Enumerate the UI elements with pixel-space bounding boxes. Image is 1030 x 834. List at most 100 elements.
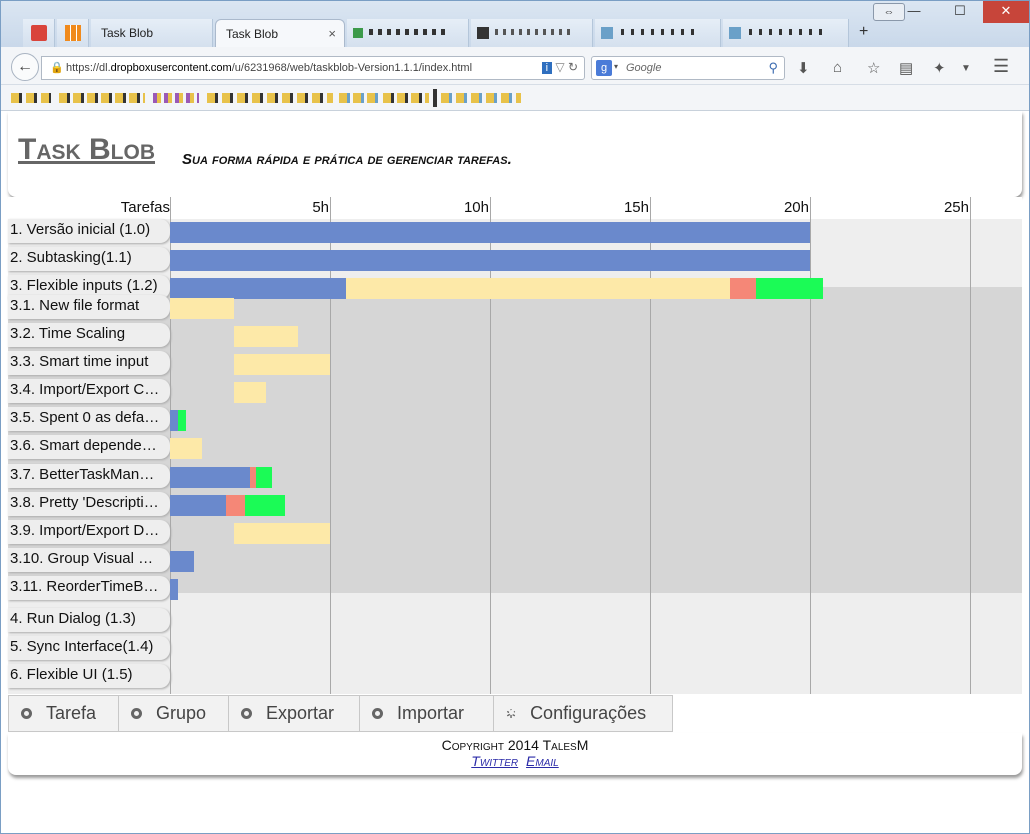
gantt-bar-blue[interactable] [170,579,178,600]
tab-task-blob-active[interactable]: Task Blob × [215,19,345,47]
pixel-tab-icon [729,27,741,39]
hour-label: 25h [943,199,969,216]
task-row-label[interactable]: 3.5. Spent 0 as defa… [8,407,170,431]
bookmark-item[interactable] [207,93,333,103]
tab-task-blob-1[interactable]: Task Blob [91,19,213,47]
download-icon[interactable]: ⬇ [797,59,810,77]
app-title[interactable]: Task Blob [18,133,155,167]
addon-icon[interactable]: ✦ [933,59,946,77]
task-row-label[interactable]: 3.2. Time Scaling [8,323,170,347]
page-content: Task Blob Sua forma rápida e prática de … [1,111,1029,833]
tab-pixel-text [369,29,449,35]
task-row-label[interactable]: 3.11. ReorderTimeB… [8,576,170,600]
task-row-label[interactable]: 3.3. Smart time input [8,351,170,375]
tab-gmail[interactable] [23,19,55,47]
task-row-label[interactable]: 3.8. Pretty 'Descripti… [8,492,170,516]
button-label: Exportar [266,703,335,723]
search-input[interactable]: Google [626,62,661,74]
task-row-label[interactable]: 3.4. Import/Export C… [8,379,170,403]
close-window-button[interactable]: ✕ [983,1,1029,23]
add-task-button[interactable]: Tarefa [8,695,119,732]
gantt-bar-blue[interactable] [170,222,810,243]
lock-icon: 🔒 [50,62,64,74]
hour-label: 5h [312,199,329,216]
bookmark-item[interactable] [441,93,521,103]
task-row-label[interactable]: 4. Run Dialog (1.3) [8,608,170,632]
gantt-bar-blue[interactable] [170,250,810,271]
tab-close-icon[interactable]: × [328,26,336,41]
email-link[interactable]: Email [526,753,559,769]
hour-gridline [490,197,491,694]
gantt-bar-yellow[interactable] [234,326,298,347]
menu-icon[interactable]: ☰ [993,56,1009,77]
bookmark-star-icon[interactable]: ☆ [867,59,880,77]
bookmark-item[interactable] [153,93,199,103]
task-row-label[interactable]: 5. Sync Interface(1.4) [8,636,170,660]
bookmark-item[interactable] [11,93,51,103]
gantt-bar-blue[interactable] [170,278,346,299]
gantt-bar-yellow[interactable] [170,298,234,319]
gantt-bar-yellow[interactable] [234,523,330,544]
home-icon[interactable]: ⌂ [833,59,842,76]
gantt-bar-green[interactable] [256,467,273,488]
task-row-label[interactable]: 3.7. BetterTaskMan… [8,464,170,488]
gantt-bar-blue[interactable] [170,495,226,516]
tab-pixel-4[interactable] [723,19,849,47]
twitter-link[interactable]: Twitter [471,753,518,769]
dropdown-icon[interactable]: ▽ [555,60,564,74]
task-row-label[interactable]: 3.1. New file format [8,295,170,319]
gantt-bar-green[interactable] [245,495,286,516]
gantt-bar-green[interactable] [178,410,186,431]
pixel-tab-icon [601,27,613,39]
bookmark-item[interactable] [339,93,379,103]
gantt-bar-blue[interactable] [170,467,250,488]
task-row-label[interactable]: 3.9. Import/Export D… [8,520,170,544]
search-engine-dropdown-icon[interactable]: ▾ [614,62,618,71]
new-tab-button[interactable]: + [859,23,868,41]
settings-button[interactable]: ✲ Configurações [493,695,673,732]
info-icon[interactable]: i [541,62,553,74]
gantt-bar-blue[interactable] [170,551,194,572]
gantt-bar-blue[interactable] [170,410,178,431]
tab-pixel-1[interactable] [347,19,469,47]
gantt-bar-green[interactable] [755,278,823,299]
tab-label: Task Blob [101,26,154,40]
add-circle-icon [131,708,142,719]
bookmark-separator [433,89,437,107]
task-row-label[interactable]: 3.6. Smart depende… [8,435,170,459]
google-icon[interactable]: g [596,60,612,76]
url-text: https://dl.dropboxusercontent.com/u/6231… [66,62,472,74]
tab-orange[interactable] [57,19,89,47]
gantt-bar-yellow[interactable] [234,382,266,403]
gantt-bar-red[interactable] [730,278,756,299]
bookmarks-bar [1,85,1029,111]
gantt-bar-red[interactable] [226,495,246,516]
reload-icon[interactable]: ↻ [568,60,578,74]
minimize-button[interactable]: — [891,1,937,23]
url-domain: dropboxusercontent.com [110,62,232,74]
task-row-label[interactable]: 3.10. Group Visual … [8,548,170,572]
bookmark-item[interactable] [383,93,429,103]
export-button[interactable]: Exportar [228,695,360,732]
browser-window: Task Blob Task Blob × + ⇔ — ☐ ✕ ← 🔒 http… [0,0,1030,834]
back-arrow-icon[interactable]: ← [11,53,39,81]
page-footer: Copyright 2014 TalesM Twitter Email [8,733,1022,775]
import-button[interactable]: Importar [359,695,494,732]
gantt-bar-yellow[interactable] [234,354,330,375]
task-row-label[interactable]: 1. Versão inicial (1.0) [8,219,170,243]
maximize-button[interactable]: ☐ [937,1,983,23]
url-bar[interactable]: 🔒 https://dl.dropboxusercontent.com/u/62… [41,56,585,80]
search-icon[interactable]: ⚲ [768,60,778,76]
tab-pixel-3[interactable] [595,19,721,47]
search-bar[interactable]: g ▾ Google ⚲ [591,56,785,80]
reader-icon[interactable]: ▤ [899,59,913,77]
gantt-bar-yellow[interactable] [170,438,202,459]
gantt-bar-yellow[interactable] [346,278,730,299]
add-group-button[interactable]: Grupo [118,695,229,732]
tab-pixel-2[interactable] [471,19,593,47]
bookmark-item[interactable] [59,93,145,103]
task-row-label[interactable]: 6. Flexible UI (1.5) [8,664,170,688]
addon-dropdown-icon[interactable]: ▼ [961,63,971,74]
task-row-label[interactable]: 2. Subtasking(1.1) [8,247,170,271]
gear-icon: ✲ [506,706,517,721]
